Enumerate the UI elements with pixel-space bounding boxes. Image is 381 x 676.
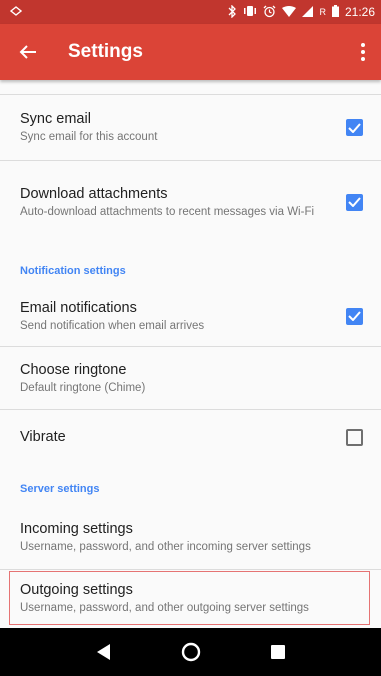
recents-square-icon[interactable] [258,632,298,672]
choose-ringtone-row[interactable]: Choose ringtone Default ringtone (Chime) [0,347,381,409]
vibrate-icon [243,5,257,19]
settings-list[interactable]: ​ Sync email Sync email for this account… [0,80,381,628]
status-left [9,5,23,20]
email-notifications-row[interactable]: Email notifications Send notification wh… [0,287,381,345]
arrow-back-icon[interactable] [14,38,42,66]
sync-email-row[interactable]: Sync email Sync email for this account [0,95,381,160]
vibrate-checkbox[interactable] [346,428,363,446]
download-attachments-title: Download attachments [20,185,168,202]
vibrate-title: Vibrate [20,429,66,445]
back-triangle-icon[interactable] [84,632,124,672]
alarm-icon [263,5,276,20]
battery-icon [331,5,339,19]
app-bar: Settings [0,24,381,80]
incoming-settings-summary: Username, password, and other incoming s… [20,540,311,553]
incoming-settings-title: Incoming settings [20,520,133,537]
sync-email-summary: Sync email for this account [20,131,158,143]
email-notifications-title: Email notifications [20,299,137,316]
more-vert-icon[interactable] [351,38,375,66]
page-title: Settings [68,41,143,62]
incoming-settings-row[interactable]: Incoming settings Username, password, an… [0,506,381,568]
highlight-box [9,571,370,625]
status-bar: R 21:26 [0,0,381,24]
sync-email-checkbox[interactable] [346,119,363,136]
navigation-bar [0,628,381,676]
notification-settings-header: Notification settings [20,265,126,277]
download-attachments-checkbox[interactable] [346,193,363,211]
status-icons: R 21:26 [228,3,375,20]
notification-icon [9,5,23,20]
wifi-icon [282,5,297,19]
choose-ringtone-title: Choose ringtone [20,361,127,378]
home-circle-icon[interactable] [171,632,211,672]
vibrate-row[interactable]: Vibrate [0,410,381,464]
sync-email-title: Sync email [20,111,91,127]
bluetooth-icon [228,3,237,20]
signal-icon [302,5,314,19]
email-notifications-checkbox[interactable] [346,307,363,325]
email-notifications-summary: Send notification when email arrives [20,319,205,332]
divider [0,569,381,570]
choose-ringtone-summary: Default ringtone (Chime) [20,381,146,394]
download-attachments-row[interactable]: Download attachments Auto-download attac… [0,161,381,243]
roaming-indicator: R [319,6,326,17]
server-settings-header: Server settings [20,483,100,495]
download-attachments-summary: Auto-download attachments to recent mess… [20,205,315,218]
status-time: 21:26 [344,5,375,19]
